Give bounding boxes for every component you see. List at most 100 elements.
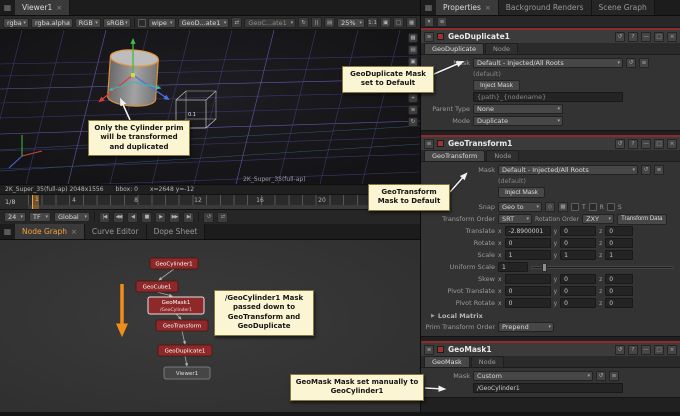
translate-x-field[interactable]: -2.8900001 (505, 226, 551, 236)
snap-dropdown[interactable]: Geo to (498, 202, 542, 212)
node-geocylinder1[interactable]: GeoCylinder1 (150, 258, 198, 269)
tab-background-renders[interactable]: Background Renders (499, 0, 592, 15)
snap-pick-icon[interactable]: ◇ (545, 202, 555, 212)
pane-menu-icon[interactable]: ▦ (421, 0, 436, 15)
node-geocube1[interactable]: GeoCube1 (136, 281, 178, 292)
node-color-chip[interactable] (437, 140, 444, 147)
node-color-chip[interactable] (437, 33, 444, 40)
close-icon[interactable]: × (485, 4, 491, 12)
help-icon[interactable]: ? (628, 139, 638, 149)
mask-menu-icon[interactable]: ≡ (654, 165, 664, 175)
float-icon[interactable]: □ (654, 32, 664, 42)
node-name[interactable]: GeoDuplicate1 (448, 32, 612, 41)
mask-menu-icon[interactable]: ≡ (609, 371, 619, 381)
scale-z-field[interactable]: 1 (605, 250, 633, 260)
inject-mask-button[interactable]: Inject Mask (498, 187, 545, 198)
node-geomask1[interactable]: GeoMask1 /GeoCylinder1 (148, 297, 204, 314)
transform-data-button[interactable]: Transform Data (617, 214, 666, 225)
gm-mask-dropdown[interactable]: Custom (473, 371, 593, 381)
pause-render-icon[interactable]: || (311, 17, 322, 28)
bounce-mode-icon[interactable]: ⇄ (217, 212, 228, 223)
collapse-icon[interactable]: ▶ (431, 313, 435, 319)
rotate-y-field[interactable]: 0 (560, 238, 596, 248)
local-matrix-group-label[interactable]: Local Matrix (438, 312, 483, 320)
tab-node[interactable]: Node (486, 150, 519, 161)
axis-toggle-icon[interactable]: + (408, 93, 418, 103)
pivot-translate-y-field[interactable]: 0 (560, 286, 596, 296)
timeline-ruler[interactable]: 4 8 12 16 20 1 (28, 195, 384, 209)
zoom-100-icon[interactable]: 1:1 (367, 17, 378, 28)
tab-node-graph[interactable]: Node Graph × (15, 224, 85, 239)
checkerboard-icon[interactable]: ▦ (406, 17, 417, 28)
transform-order-dropdown[interactable]: SRT (498, 214, 532, 224)
fps-dropdown[interactable]: 24 (4, 212, 26, 222)
node-color-chip[interactable] (437, 346, 444, 353)
close-icon[interactable]: × (71, 228, 77, 236)
tab-curve-editor[interactable]: Curve Editor (85, 224, 147, 239)
undo-icon[interactable]: ↺ (615, 345, 625, 355)
mask-path-field[interactable]: /GeoCylinder1 (473, 383, 623, 393)
node-geotransform[interactable]: GeoTransform (156, 320, 208, 331)
node-name[interactable]: GeoTransform1 (448, 139, 612, 148)
tab-viewer1[interactable]: Viewer1 × (15, 0, 70, 15)
collapse-all-icon[interactable]: ▾ (424, 17, 434, 27)
pivot-rotate-y-field[interactable]: 0 (560, 298, 596, 308)
node-name[interactable]: GeoMask1 (448, 345, 612, 354)
play-button[interactable]: ▶ (155, 212, 166, 223)
mask-reset-icon[interactable]: ↺ (626, 58, 636, 68)
mask-reset-icon[interactable]: ↺ (641, 165, 651, 175)
tab-scene-graph[interactable]: Scene Graph (592, 0, 655, 15)
layer-dropdown[interactable]: rgba (3, 18, 29, 28)
colorspace-dropdown[interactable]: sRGB (103, 18, 131, 28)
undo-icon[interactable]: ↺ (615, 139, 625, 149)
tab-properties[interactable]: Properties × (436, 0, 499, 15)
timeline-playhead[interactable]: 1 (32, 195, 39, 209)
rewind-button[interactable]: ◀◀ (113, 212, 124, 223)
tab-geomask[interactable]: GeoMask (424, 356, 470, 367)
translate-y-field[interactable]: 0 (560, 226, 596, 236)
close-icon[interactable]: × (667, 139, 677, 149)
scale-y-field[interactable]: 1 (560, 250, 596, 260)
node-settings-icon[interactable]: ≡ (424, 32, 434, 42)
input-b-dropdown[interactable]: GeoC...ate1 (244, 18, 296, 28)
path-template-field[interactable]: {path}_{nodename} (473, 92, 623, 102)
pivot-translate-x-field[interactable]: 0 (505, 286, 551, 296)
help-icon[interactable]: ? (628, 32, 638, 42)
pivot-rotate-x-field[interactable]: 0 (505, 298, 551, 308)
node-viewer1[interactable]: Viewer1 (164, 367, 210, 379)
timeline[interactable]: 1/8 4 8 12 16 20 1 1 0 (0, 194, 420, 209)
rotation-order-dropdown[interactable]: ZXY (582, 214, 614, 224)
view-layout-icon[interactable]: ▦ (408, 33, 418, 43)
wipe-checkbox[interactable] (138, 19, 146, 27)
undo-icon[interactable]: ↺ (615, 32, 625, 42)
timecode-dropdown[interactable]: TF (29, 212, 51, 222)
help-icon[interactable]: ? (628, 345, 638, 355)
loop-mode-icon[interactable]: ↺ (203, 212, 214, 223)
snap-r-checkbox[interactable] (589, 203, 597, 211)
swap-inputs-icon[interactable]: ⇄ (231, 17, 242, 28)
node-settings-icon[interactable]: ≡ (424, 345, 434, 355)
snap-t-checkbox[interactable] (571, 203, 579, 211)
display-channels-dropdown[interactable]: RGB (75, 18, 101, 28)
go-last-frame-button[interactable]: ▶| (183, 212, 194, 223)
roi-icon[interactable]: ▤ (324, 17, 335, 28)
skew-y-field[interactable]: 0 (560, 274, 596, 284)
mask-menu-icon[interactable]: ≡ (639, 58, 649, 68)
fullscreen-icon[interactable]: □ (393, 17, 404, 28)
tab-node[interactable]: Node (485, 43, 518, 54)
minimize-icon[interactable]: — (641, 32, 651, 42)
pane-menu-icon[interactable]: ▦ (0, 0, 15, 15)
wipe-dropdown[interactable]: wipe (148, 18, 176, 28)
node-settings-icon[interactable]: ≡ (424, 139, 434, 149)
camera-icon[interactable]: ▤ (408, 45, 418, 55)
inject-mask-button[interactable]: Inject Mask (473, 80, 520, 91)
close-icon[interactable]: × (667, 345, 677, 355)
gd-mask-dropdown[interactable]: Default - Injected/All Roots (473, 58, 623, 68)
input-a-dropdown[interactable]: GeoD...ate1 (178, 18, 230, 28)
pivot-rotate-z-field[interactable]: 0 (605, 298, 633, 308)
translate-z-field[interactable]: 0 (605, 226, 633, 236)
float-icon[interactable]: □ (654, 345, 664, 355)
clear-panels-icon[interactable]: ≡ (437, 17, 447, 27)
stop-button[interactable]: ■ (141, 212, 152, 223)
prim-transform-order-dropdown[interactable]: Prepend (498, 322, 554, 332)
